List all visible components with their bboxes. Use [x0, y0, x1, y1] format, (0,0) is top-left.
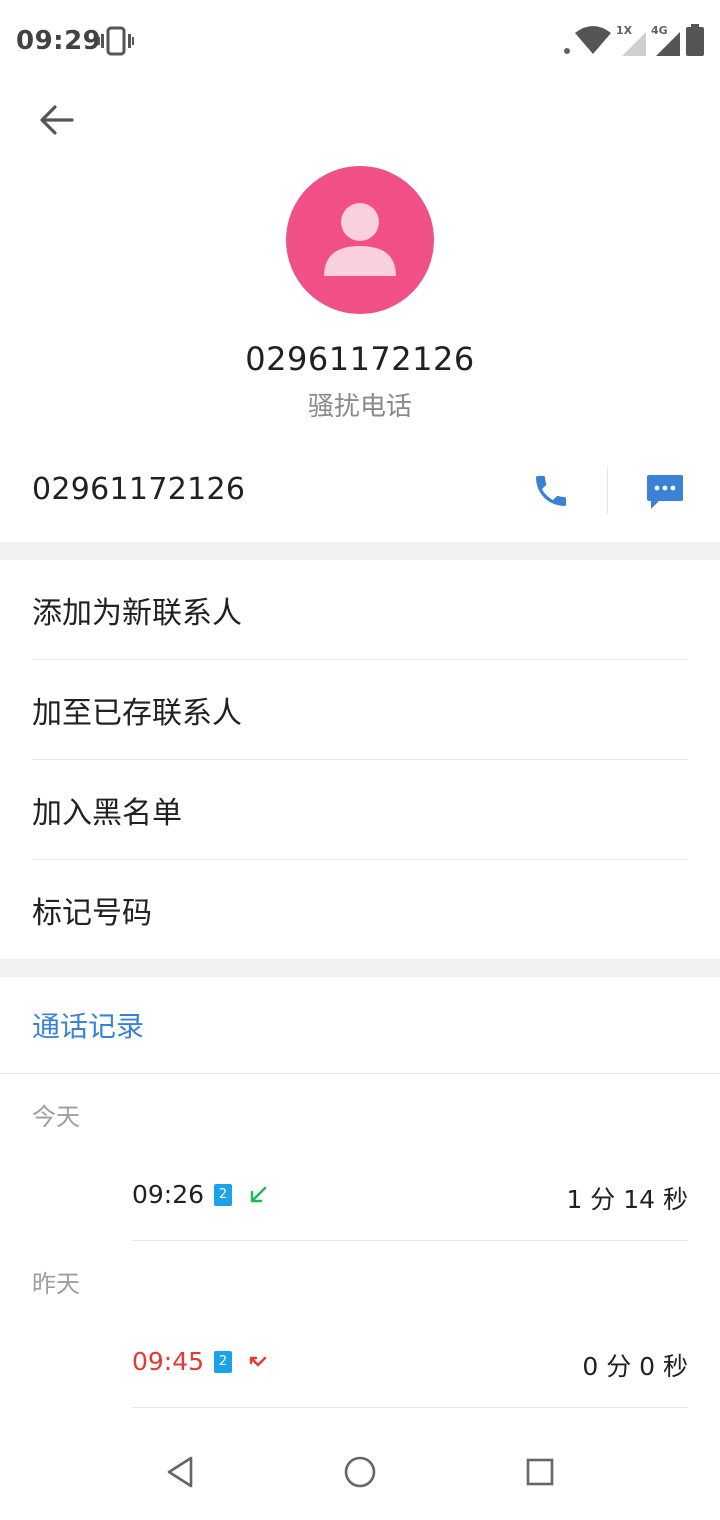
action-list: 添加为新联系人 加至已存联系人 加入黑名单 标记号码 — [0, 560, 720, 960]
battery-icon — [686, 24, 704, 56]
day-label-today: 今天 — [32, 1103, 80, 1131]
back-button[interactable] — [26, 92, 86, 148]
row-divider — [607, 466, 608, 514]
divider — [0, 1073, 720, 1074]
signal2-icon — [656, 32, 680, 56]
arrow-back-icon — [40, 105, 74, 135]
section-gap — [0, 542, 720, 560]
call-log-header: 通话记录 — [32, 1010, 145, 1043]
phone-number-text: 02961172126 — [32, 472, 246, 507]
phone-icon — [536, 476, 566, 506]
call-log-entry[interactable]: 09:45 2 0 分 0 秒 — [132, 1333, 688, 1393]
wifi-icon — [575, 26, 611, 54]
action-label: 标记号码 — [32, 896, 152, 931]
call-duration: 1 分 14 秒 — [566, 1185, 688, 1214]
nav-back-button[interactable] — [150, 1444, 210, 1500]
contact-number: 02961172126 — [245, 340, 475, 378]
call-detail-screen: 09:29 1X 4G 02961172126 骚扰电话 02961172126… — [0, 0, 720, 1520]
incoming-call-icon — [250, 1186, 267, 1203]
action-label: 加至已存联系人 — [32, 696, 242, 731]
vibrate-icon — [98, 26, 134, 56]
call-duration: 0 分 0 秒 — [582, 1352, 688, 1381]
day-label-yesterday: 昨天 — [32, 1270, 80, 1298]
call-time: 09:45 — [132, 1347, 205, 1376]
triangle-back-icon — [167, 1456, 193, 1488]
message-icon — [647, 475, 683, 509]
status-dot — [564, 48, 570, 54]
call-button[interactable] — [520, 460, 582, 522]
message-button[interactable] — [634, 460, 696, 522]
signal1-icon — [622, 32, 646, 56]
sim-card-icon: 2 — [214, 1184, 232, 1206]
avatar — [286, 166, 434, 314]
action-label: 添加为新联系人 — [32, 596, 242, 631]
call-time: 09:26 — [132, 1180, 205, 1209]
add-to-existing-contact-item[interactable]: 加至已存联系人 — [0, 660, 720, 760]
status-bar: 09:29 1X 4G — [0, 0, 720, 84]
action-label: 加入黑名单 — [32, 796, 182, 831]
nav-recents-button[interactable] — [510, 1444, 570, 1500]
divider — [132, 1240, 688, 1241]
missed-call-icon — [249, 1356, 267, 1367]
add-to-blacklist-item[interactable]: 加入黑名单 — [0, 760, 720, 860]
add-new-contact-item[interactable]: 添加为新联系人 — [0, 560, 720, 660]
section-gap — [0, 959, 720, 977]
navigation-bar — [0, 1424, 720, 1520]
sim-card-icon: 2 — [214, 1351, 232, 1373]
status-time: 09:29 — [16, 26, 102, 56]
phone-number-row[interactable]: 02961172126 — [0, 450, 720, 532]
contact-tag-label: 骚扰电话 — [307, 392, 412, 422]
square-recents-icon — [526, 1458, 554, 1486]
call-log-entry[interactable]: 09:26 2 1 分 14 秒 — [132, 1166, 688, 1226]
divider — [132, 1407, 688, 1408]
mark-number-item[interactable]: 标记号码 — [0, 860, 720, 960]
nav-home-button[interactable] — [330, 1444, 390, 1500]
circle-home-icon — [344, 1456, 376, 1488]
person-icon — [324, 203, 396, 276]
